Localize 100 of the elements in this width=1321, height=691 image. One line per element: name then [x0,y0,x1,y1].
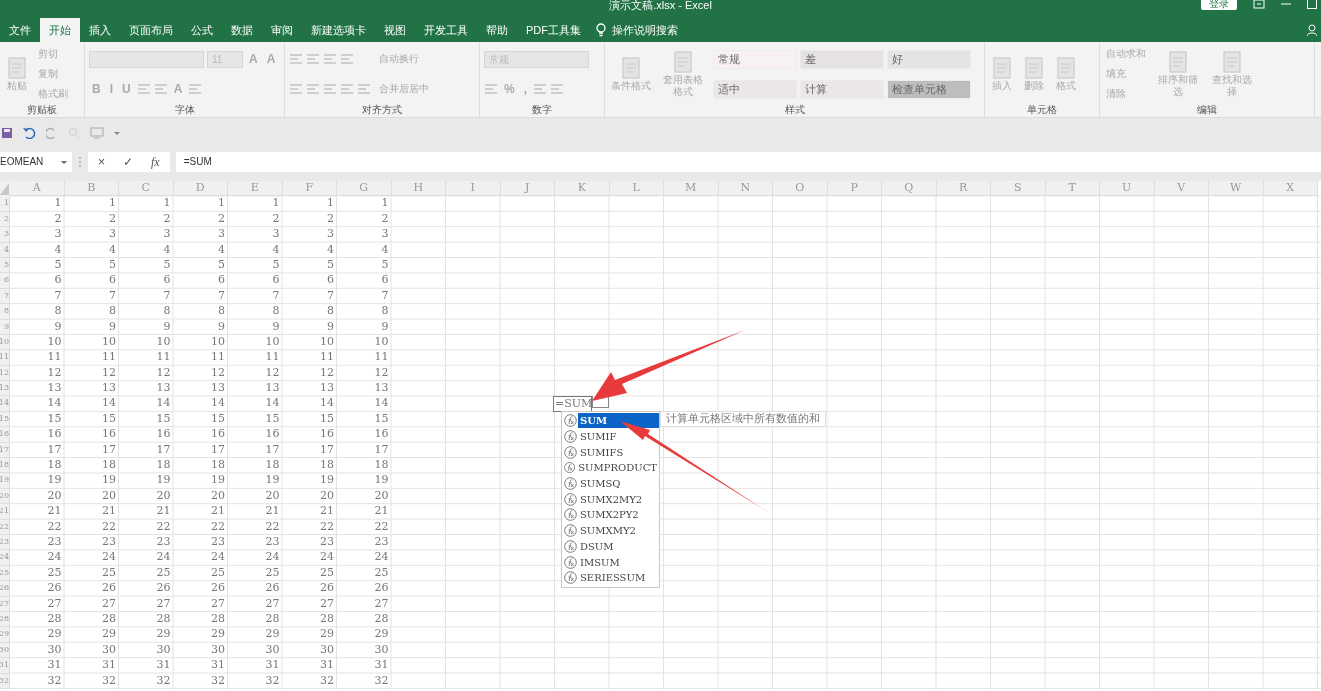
ribbon-tab[interactable]: 开始 [40,18,80,42]
ribbon-button[interactable]: 格式刷 [36,87,70,101]
format-button[interactable]: % [501,81,518,98]
row-header[interactable]: 18 [0,458,10,474]
undo-icon[interactable] [22,127,36,139]
ribbon-button[interactable]: 复制 [36,67,60,81]
function-option[interactable]: IMSUM [578,554,622,570]
format-button[interactable]: , [520,81,530,98]
format-button[interactable]: A [263,51,279,68]
column-header[interactable]: V [1154,181,1209,196]
lines-icon[interactable] [153,83,168,96]
ribbon-button[interactable]: 插入 [989,56,1015,92]
row-header[interactable]: 13 [0,381,10,397]
column-header[interactable]: T [1045,181,1100,196]
row-header[interactable]: 22 [0,519,10,535]
function-option[interactable]: SUMSQ [578,476,623,492]
function-option[interactable]: SUMX2MY2 [578,491,645,507]
lines-icon[interactable] [340,53,354,65]
lines-icon[interactable] [340,83,354,95]
lines-icon[interactable] [357,83,371,95]
column-header[interactable]: B [64,181,119,196]
format-button[interactable]: A [246,51,261,68]
ribbon-button[interactable]: 条件格式 [609,56,653,92]
ribbon-button[interactable]: 自动求和 [1104,47,1148,61]
format-button[interactable]: A [170,81,186,98]
cell-style-option[interactable]: 好 [887,49,971,69]
column-header[interactable]: E [228,181,283,196]
lines-icon[interactable] [289,53,303,65]
lines-icon[interactable] [136,83,151,96]
tell-me-search[interactable]: 操作说明搜索 [612,21,678,39]
person-icon[interactable] [1307,24,1317,36]
ribbon-button[interactable]: 清除 [1104,87,1128,101]
row-header[interactable]: 20 [0,488,10,505]
format-button[interactable]: U [119,81,134,98]
format-button[interactable]: I [106,81,116,98]
row-header[interactable]: 23 [0,535,10,551]
row-header[interactable]: 31 [0,658,10,674]
column-header[interactable]: N [718,181,773,196]
row-header[interactable]: 16 [0,427,10,443]
ribbon-button[interactable]: 删除 [1021,56,1047,92]
column-header[interactable]: U [1100,181,1155,196]
column-header[interactable]: X [1263,181,1318,196]
row-header[interactable]: 30 [0,642,10,659]
ribbon-tab[interactable]: 公式 [182,18,222,42]
ribbon-display-icon[interactable] [1253,0,1265,9]
ribbon-button[interactable]: 剪切 [36,47,60,61]
ribbon-tab[interactable]: 数据 [222,18,262,42]
lines-icon[interactable] [533,83,547,96]
row-header[interactable]: 6 [0,273,10,289]
ribbon-tab[interactable]: 插入 [80,18,120,42]
ribbon-button[interactable]: 查找和选择 [1208,50,1256,98]
cell-style-option[interactable]: 常规 [713,49,797,69]
row-header[interactable]: 2 [0,211,10,228]
cell-style-option[interactable]: 差 [800,49,884,69]
lines-icon[interactable] [306,83,320,95]
cell-style-option[interactable]: 适中 [713,79,797,99]
column-header[interactable]: J [500,181,555,196]
row-header[interactable]: 19 [0,473,10,489]
row-header[interactable]: 5 [0,257,10,274]
ribbon-button[interactable]: 自动换行 [377,52,421,66]
ribbon-tab[interactable]: PDF工具集 [517,18,590,42]
row-header[interactable]: 12 [0,365,10,382]
row-header[interactable]: 17 [0,442,10,459]
select-all-icon[interactable] [0,181,10,196]
lines-icon[interactable] [484,83,498,96]
row-header[interactable]: 4 [0,242,10,258]
row-header[interactable]: 24 [0,550,10,566]
row-header[interactable]: 7 [0,288,10,305]
format-button[interactable]: B [89,81,104,98]
row-header[interactable]: 1 [0,196,10,212]
dropdown-icon[interactable] [114,130,120,136]
function-option[interactable]: SUMXMY2 [578,523,638,539]
function-option[interactable]: SUMX2PY2 [578,507,641,523]
column-header[interactable]: L [609,181,664,196]
enter-button[interactable]: ✓ [123,152,133,171]
row-header[interactable]: 27 [0,596,10,612]
column-header[interactable]: F [282,181,337,196]
column-header[interactable]: S [991,181,1046,196]
ribbon-tab[interactable]: 文件 [0,18,40,42]
row-header[interactable]: 29 [0,627,10,643]
column-header[interactable]: H [391,181,446,196]
row-header[interactable]: 25 [0,565,10,582]
column-header[interactable]: K [555,181,610,196]
lines-icon[interactable] [550,83,564,96]
cell-style-option[interactable]: 计算 [800,79,884,99]
row-header[interactable]: 14 [0,396,10,412]
function-option[interactable]: SERIESSUM [578,570,648,586]
ribbon-tab[interactable]: 帮助 [477,18,517,42]
ribbon-tab[interactable]: 视图 [375,18,415,42]
lines-icon[interactable] [323,83,337,95]
lines-icon[interactable] [188,83,203,96]
ribbon-tab[interactable]: 页面布局 [120,18,182,42]
column-header[interactable]: D [173,181,228,196]
ribbon-button[interactable]: 粘贴 [4,56,30,92]
dropdown-field[interactable] [89,50,204,68]
ribbon-tab[interactable]: 开发工具 [415,18,477,42]
row-header[interactable]: 11 [0,350,10,366]
function-option[interactable]: SUMIF [578,429,619,445]
column-header[interactable]: O [773,181,828,196]
column-header[interactable]: R [936,181,991,196]
